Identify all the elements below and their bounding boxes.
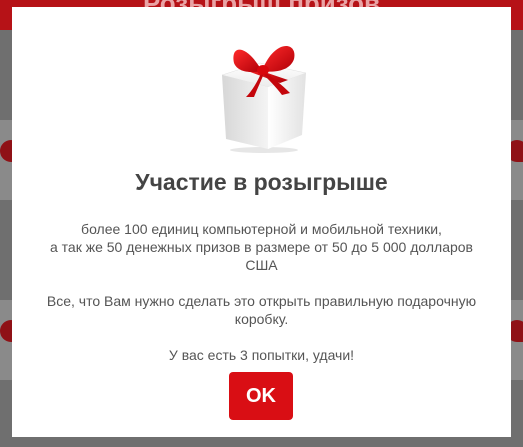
dialog-title: Участие в розыгрыше xyxy=(135,169,388,195)
prizes-line-2: а так же 50 денежных призов в размере от… xyxy=(50,239,473,273)
attempts-text: У вас есть 3 попытки, удачи! xyxy=(168,347,355,363)
gift-box-icon xyxy=(221,46,307,153)
ok-button[interactable]: OK xyxy=(229,372,293,420)
prize-draw-dialog: Участие в розыгрыше более 100 единиц ком… xyxy=(12,7,511,437)
prizes-line-1: более 100 единиц компьютерной и мобильно… xyxy=(81,221,442,237)
instructions-text: Все, что Вам нужно сделать это открыть п… xyxy=(46,293,477,327)
prizes-description: более 100 единиц компьютерной и мобильно… xyxy=(32,220,491,274)
